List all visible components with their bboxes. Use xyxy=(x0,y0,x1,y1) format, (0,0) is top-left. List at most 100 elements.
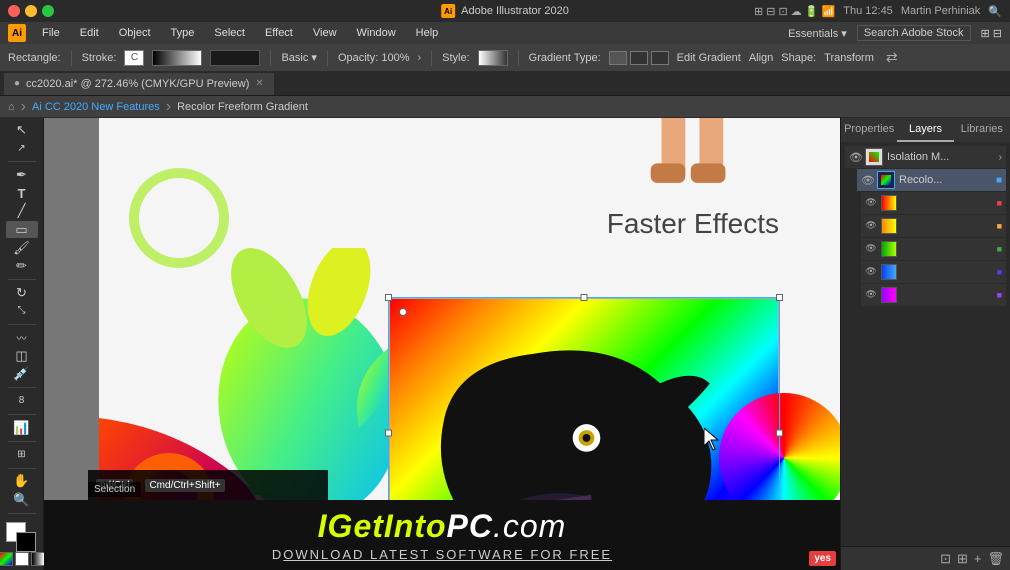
search-icon[interactable]: 🔍 xyxy=(988,5,1002,18)
layer-color-6: ■ xyxy=(997,267,1002,277)
layer-item-isolation[interactable]: 👁 Isolation M... › xyxy=(845,146,1006,168)
tab-label: cc2020.ai* @ 272.46% (CMYK/GPU Preview) xyxy=(26,78,249,90)
transform-label[interactable]: Transform xyxy=(824,52,874,64)
layer-thumb-4 xyxy=(881,218,897,234)
user-name: Martin Perhiniak xyxy=(901,5,980,17)
menu-view[interactable]: View xyxy=(309,27,341,39)
stroke-color[interactable]: C xyxy=(124,50,144,66)
layer-item-3[interactable]: 👁 ■ xyxy=(861,192,1006,214)
tab-libraries[interactable]: Libraries xyxy=(954,118,1010,142)
fullscreen-button[interactable] xyxy=(42,5,54,17)
system-icons: ⊞ ⊟ ⊡ ☁ 🔋 📶 xyxy=(754,5,835,18)
menu-select[interactable]: Select xyxy=(210,27,249,39)
layer-item-6[interactable]: 👁 ■ xyxy=(861,261,1006,283)
layer-eye-6[interactable]: 👁 xyxy=(865,266,877,278)
menu-object[interactable]: Object xyxy=(115,27,155,39)
shape-tool[interactable]: ▭ xyxy=(6,221,38,237)
essentials-dropdown[interactable]: Essentials ▾ xyxy=(788,27,847,40)
column-graph-tool[interactable]: 📊 xyxy=(6,420,38,436)
layer-eye-5[interactable]: 👁 xyxy=(865,243,877,255)
menu-edit[interactable]: Edit xyxy=(76,27,103,39)
create-new-layer-btn[interactable]: + xyxy=(974,551,982,566)
shape-label2: Shape: xyxy=(781,52,816,64)
gradient-freeform-btn[interactable] xyxy=(651,51,669,65)
menu-file[interactable]: File xyxy=(38,27,64,39)
direct-select-tool[interactable]: ↗ xyxy=(6,140,38,156)
layer-eye-4[interactable]: 👁 xyxy=(865,220,877,232)
layer-thumb-6 xyxy=(881,264,897,280)
menu-help[interactable]: Help xyxy=(412,27,443,39)
align-label[interactable]: Align xyxy=(749,52,773,64)
color-boxes[interactable] xyxy=(6,522,38,545)
layer-item-4[interactable]: 👁 ■ xyxy=(861,215,1006,237)
line-tool[interactable]: ╱ xyxy=(6,203,38,219)
tab-close-button[interactable]: ✕ xyxy=(255,78,263,89)
close-button[interactable] xyxy=(8,5,20,17)
breadcrumb-item1[interactable]: Ai CC 2020 New Features xyxy=(32,101,160,113)
search-stock[interactable]: Search Adobe Stock xyxy=(857,25,971,41)
arrange-icons[interactable]: ⊞ ⊟ xyxy=(981,27,1003,40)
layer-eye-3[interactable]: 👁 xyxy=(865,197,877,209)
canvas-area[interactable]: Faster Effects xyxy=(44,118,840,570)
rotate-tool[interactable]: ↻ xyxy=(6,285,38,301)
tab-bar: ● cc2020.ai* @ 272.46% (CMYK/GPU Preview… xyxy=(0,72,1010,96)
pen-tool[interactable]: ✒ xyxy=(6,167,38,183)
minimize-button[interactable] xyxy=(25,5,37,17)
scale-tool[interactable]: ⤡ xyxy=(6,303,38,319)
layer-eye-isolation[interactable]: 👁 xyxy=(849,151,861,163)
menu-window[interactable]: Window xyxy=(353,27,400,39)
tool-sep7 xyxy=(8,468,36,469)
stroke-style[interactable] xyxy=(152,50,202,66)
shape-label: Rectangle: xyxy=(8,52,61,64)
layer-thumb-5 xyxy=(881,241,897,257)
make-clipping-mask-btn[interactable]: ⊡ xyxy=(940,551,951,567)
delete-layer-btn[interactable]: 🗑 xyxy=(987,551,1004,567)
color-mode-btn[interactable] xyxy=(0,552,13,566)
eyedropper-tool[interactable]: 💉 xyxy=(6,366,38,382)
layer-item-7[interactable]: 👁 ■ xyxy=(861,284,1006,306)
gradient-linear-btn[interactable] xyxy=(609,51,627,65)
layer-eye-recolo[interactable]: 👁 xyxy=(861,174,873,186)
opacity-arrow[interactable]: › xyxy=(417,52,421,64)
layer-item-5[interactable]: 👁 ■ xyxy=(861,238,1006,260)
menu-effect[interactable]: Effect xyxy=(261,27,297,39)
select-tool[interactable]: ↖ xyxy=(6,122,38,138)
artboard-tool[interactable]: ⊞ xyxy=(6,447,38,463)
none-btn[interactable] xyxy=(15,552,29,566)
gradient-radial-btn[interactable] xyxy=(630,51,648,65)
create-new-sublayer-btn[interactable]: ⊞ xyxy=(957,551,968,567)
tab-properties[interactable]: Properties xyxy=(841,118,897,142)
pencil-tool[interactable]: ✏ xyxy=(6,258,38,274)
tool-sep8 xyxy=(8,513,36,514)
tab-layers[interactable]: Layers xyxy=(897,118,953,142)
layer-item-recolo[interactable]: 👁 Recolo... ■ xyxy=(857,169,1006,191)
gradient-btn[interactable] xyxy=(31,552,45,566)
transform-icon[interactable]: ⇄ xyxy=(886,49,898,66)
home-icon[interactable]: ⌂ xyxy=(8,101,15,113)
stroke-weight[interactable] xyxy=(210,50,260,66)
document-tab[interactable]: ● cc2020.ai* @ 272.46% (CMYK/GPU Preview… xyxy=(4,73,275,95)
edit-gradient-btn[interactable]: Edit Gradient xyxy=(677,52,741,64)
warp-tool[interactable]: 〰 xyxy=(6,330,38,346)
layer-thumb-recolo xyxy=(877,171,895,189)
zoom-tool[interactable]: 🔍 xyxy=(6,492,38,508)
style-label[interactable]: Style: xyxy=(442,52,470,64)
hand-tool[interactable]: ✋ xyxy=(6,473,38,489)
layer-eye-7[interactable]: 👁 xyxy=(865,289,877,301)
divider5 xyxy=(518,50,519,66)
tab-libraries-label: Libraries xyxy=(961,123,1003,135)
stroke-color-box[interactable] xyxy=(16,532,36,552)
type-tool[interactable]: T xyxy=(6,185,38,201)
style-basic[interactable]: Basic ▾ xyxy=(281,51,316,64)
window-controls[interactable] xyxy=(8,5,54,17)
breadcrumb-item2[interactable]: Recolor Freeform Gradient xyxy=(177,101,308,113)
title-bar-right: ⊞ ⊟ ⊡ ☁ 🔋 📶 Thu 12:45 Martin Perhiniak 🔍 xyxy=(754,5,1002,18)
window-title: Adobe Illustrator 2020 xyxy=(461,5,569,17)
gradient-tool[interactable]: ◫ xyxy=(6,348,38,364)
style-preview[interactable] xyxy=(478,50,508,66)
menu-type[interactable]: Type xyxy=(167,27,199,39)
blend-tool[interactable]: 8 xyxy=(6,393,38,409)
layer-arrow-isolation[interactable]: › xyxy=(999,152,1002,163)
paintbrush-tool[interactable]: 🖌 xyxy=(6,240,38,256)
divider2 xyxy=(270,50,271,66)
